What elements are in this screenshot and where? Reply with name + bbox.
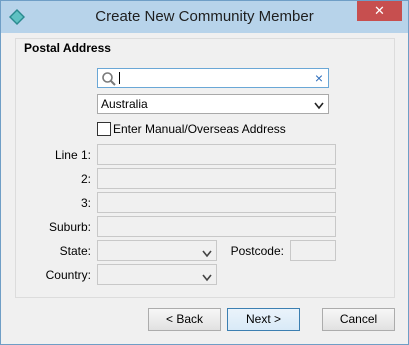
manual-address-label: Enter Manual/Overseas Address — [113, 122, 286, 136]
manual-address-checkbox[interactable] — [97, 122, 111, 136]
line3-label: 3: — [80, 196, 91, 210]
line2-label: 2: — [80, 172, 91, 186]
country-label: Country: — [45, 268, 91, 282]
postal-address-group: Postal Address × Australia Enter Manual/… — [15, 38, 395, 298]
title-bar[interactable]: Create New Community Member ✕ — [1, 1, 408, 33]
postcode-field[interactable] — [290, 240, 336, 261]
close-button[interactable]: ✕ — [357, 1, 402, 21]
dialog-content: Postal Address × Australia Enter Manual/… — [9, 33, 400, 343]
country-select[interactable]: Australia — [97, 94, 329, 114]
chevron-down-icon — [314, 99, 324, 110]
country-select-value: Australia — [101, 97, 148, 111]
state-label: State: — [59, 244, 91, 258]
suburb-field[interactable] — [97, 216, 336, 237]
chevron-down-icon — [202, 247, 212, 258]
chevron-down-icon — [202, 271, 212, 282]
country-dropdown[interactable] — [97, 264, 217, 285]
next-button[interactable]: Next > — [227, 308, 300, 331]
address-line2-field[interactable] — [97, 168, 336, 189]
group-title: Postal Address — [24, 41, 111, 55]
address-search-input[interactable]: × — [97, 68, 329, 88]
close-icon: ✕ — [374, 3, 385, 18]
search-icon — [101, 71, 117, 87]
address-line3-field[interactable] — [97, 192, 336, 213]
state-select[interactable] — [97, 240, 217, 261]
cancel-button[interactable]: Cancel — [322, 308, 395, 331]
address-line1-field[interactable] — [97, 144, 336, 165]
back-button[interactable]: < Back — [148, 308, 221, 331]
window-title: Create New Community Member — [95, 8, 314, 25]
text-caret — [119, 72, 120, 84]
line1-label: Line 1: — [54, 148, 91, 162]
window: Create New Community Member ✕ Postal Add… — [0, 0, 409, 345]
suburb-label: Suburb: — [48, 220, 91, 234]
clear-search-icon[interactable]: × — [315, 70, 323, 86]
postcode-label: Postcode: — [230, 244, 284, 258]
